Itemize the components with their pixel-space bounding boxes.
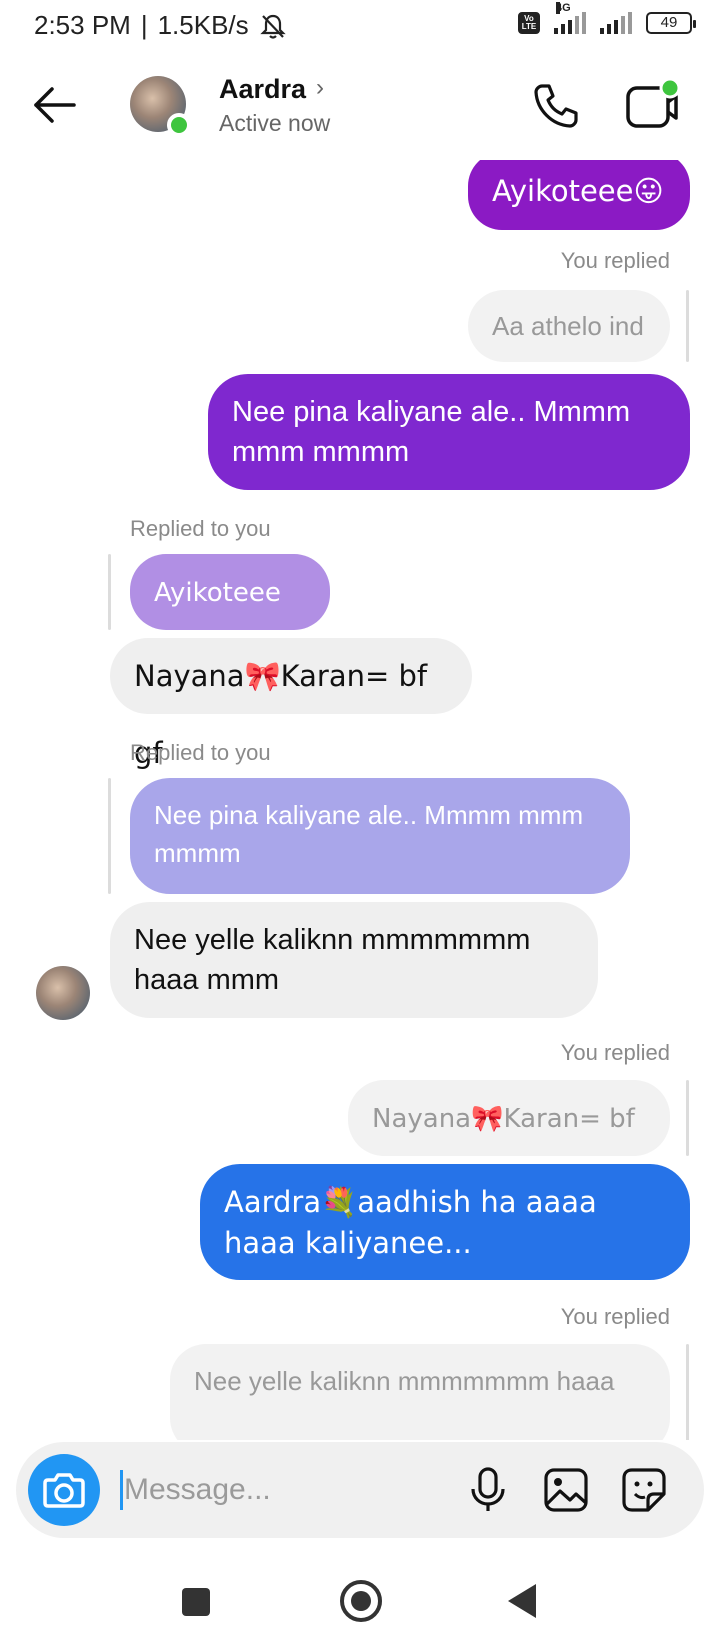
message-incoming[interactable]: Nee yelle kaliknn mmmmmmm haaa mmm bbox=[110, 902, 598, 1018]
signal-icon bbox=[600, 12, 632, 34]
reply-bar bbox=[686, 290, 689, 362]
status-left: 2:53 PM | 1.5KB/s bbox=[34, 10, 287, 41]
status-separator: | bbox=[140, 10, 148, 40]
message-text: Ayikoteee😛 bbox=[492, 174, 664, 208]
reply-label: You replied bbox=[560, 1040, 670, 1065]
contact-status: Active now bbox=[219, 110, 331, 136]
sender-avatar[interactable] bbox=[36, 966, 90, 1020]
message-outgoing[interactable]: Nee pina kaliyane ale.. Mmmm mmm mmmm bbox=[208, 374, 690, 490]
reply-label: You replied bbox=[560, 248, 670, 273]
back-arrow-icon[interactable] bbox=[30, 80, 80, 130]
online-indicator bbox=[167, 113, 191, 137]
message-text: Nee yelle kaliknn mmmmmmm haaa mmm bbox=[134, 924, 531, 996]
message-thread[interactable]: Ayikoteee😛 You replied Aa athelo ind Nee… bbox=[0, 160, 720, 1440]
message-text: Nee pina kaliyane ale.. Mmmm mmm mmmm bbox=[232, 396, 631, 468]
quote-text: Nee pina kaliyane ale.. Mmmm mmm mmmm bbox=[154, 800, 584, 868]
replied-message-quote[interactable]: Ayikoteee😛 bbox=[130, 554, 330, 685]
battery-level: 49 bbox=[660, 14, 678, 31]
video-icon[interactable] bbox=[624, 78, 680, 134]
message-incoming[interactable]: Nayana🎀Karan= bf gf bbox=[110, 638, 472, 770]
network-label: 4G bbox=[556, 2, 571, 14]
signal-4g-icon: 4G bbox=[554, 2, 586, 34]
reply-bar bbox=[686, 1344, 689, 1440]
replied-message-quote[interactable]: Nee yelle kaliknn mmmmmmm haaa bbox=[170, 1344, 670, 1440]
chat-header: Aardra › Active now bbox=[0, 60, 720, 160]
message-composer bbox=[16, 1442, 704, 1538]
message-text: Aardra💐aadhish ha aaaa haaa kaliyanee... bbox=[224, 1185, 597, 1260]
status-right: Vo LTE 4G 49 bbox=[518, 2, 696, 34]
message-outgoing[interactable]: Ayikoteee😛 bbox=[468, 160, 690, 230]
quote-text: Nee yelle kaliknn mmmmmmm haaa bbox=[194, 1366, 615, 1396]
reply-label: Replied to you bbox=[130, 740, 271, 765]
status-speed: 1.5KB/s bbox=[157, 10, 249, 40]
reply-label: Replied to you bbox=[130, 516, 271, 541]
sticker-icon[interactable] bbox=[618, 1464, 670, 1516]
contact-name[interactable]: Aardra bbox=[219, 74, 306, 105]
status-bar: 2:53 PM | 1.5KB/s Vo LTE 4G 49 bbox=[0, 0, 720, 52]
camera-button[interactable] bbox=[28, 1454, 100, 1526]
nav-recents-icon[interactable] bbox=[182, 1588, 210, 1616]
mic-icon[interactable] bbox=[462, 1464, 514, 1516]
battery-icon: 49 bbox=[646, 12, 696, 34]
reply-bar bbox=[686, 1080, 689, 1156]
reply-label: You replied bbox=[560, 1304, 670, 1329]
status-time: 2:53 PM bbox=[34, 10, 131, 40]
nav-home-icon[interactable] bbox=[340, 1580, 382, 1622]
system-nav-bar bbox=[0, 1560, 720, 1650]
gallery-icon[interactable] bbox=[540, 1464, 592, 1516]
reply-bar bbox=[108, 778, 111, 894]
volte-icon: Vo LTE bbox=[518, 12, 540, 34]
message-outgoing[interactable]: Aardra💐aadhish ha aaaa haaa kaliyanee... bbox=[200, 1164, 690, 1280]
message-input[interactable] bbox=[120, 1464, 420, 1516]
nav-back-icon[interactable] bbox=[508, 1584, 536, 1618]
reply-bar bbox=[108, 554, 111, 630]
chevron-right-icon[interactable]: › bbox=[316, 74, 324, 102]
replied-message-quote[interactable]: Aa athelo ind bbox=[468, 290, 670, 362]
quote-text: Aa athelo ind bbox=[492, 311, 644, 341]
phone-icon[interactable] bbox=[530, 80, 582, 132]
bell-off-icon bbox=[260, 14, 286, 39]
replied-message-quote[interactable]: Nayana🎀Karan= bf gf bbox=[348, 1080, 670, 1211]
replied-message-quote[interactable]: Nee pina kaliyane ale.. Mmmm mmm mmmm bbox=[130, 778, 630, 894]
camera-icon bbox=[43, 1473, 85, 1508]
